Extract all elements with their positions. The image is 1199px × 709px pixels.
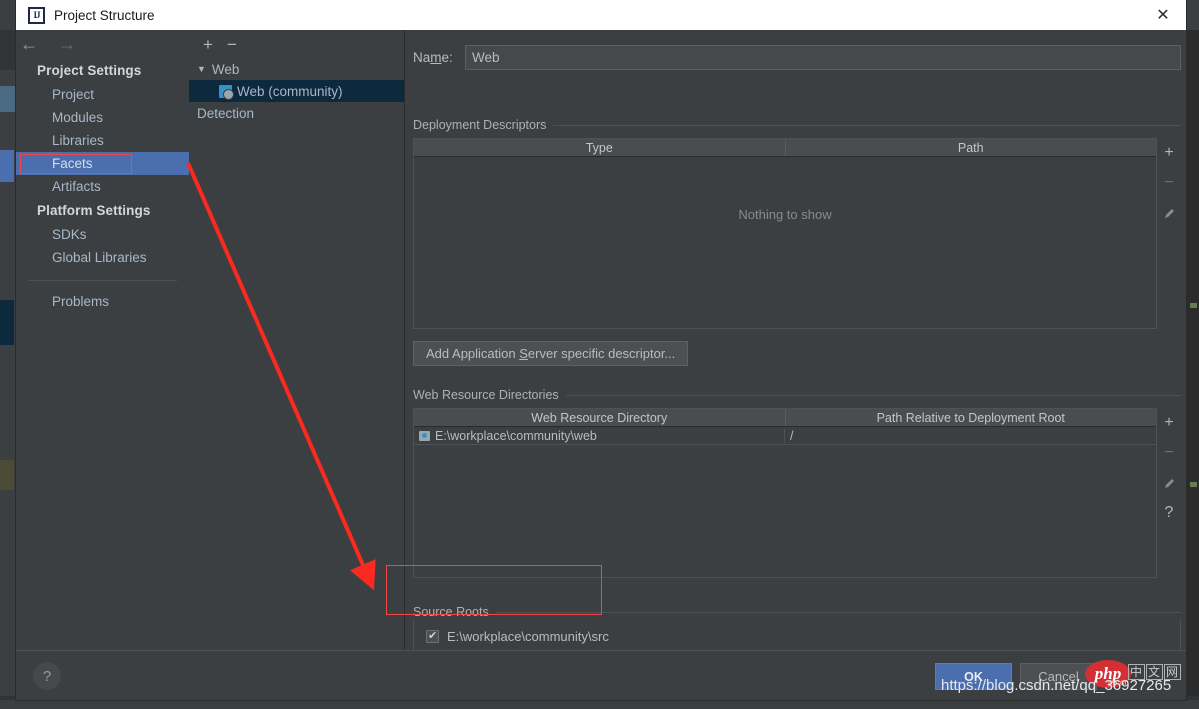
- column-header-web-resource-directory[interactable]: Web Resource Directory: [414, 409, 785, 426]
- web-resource-directories-title: Web Resource Directories: [413, 388, 559, 402]
- web-resource-directories-section: Web Resource Directories Web Resource Di…: [413, 388, 1181, 578]
- tree-node-detection[interactable]: Detection: [189, 102, 404, 124]
- chevron-down-icon[interactable]: ▼: [197, 64, 206, 74]
- remove-facet-icon[interactable]: −: [227, 36, 237, 53]
- dialog-titlebar: IJ Project Structure ✕: [16, 0, 1186, 30]
- remove-web-resource-button[interactable]: −: [1157, 438, 1181, 468]
- ide-right-strip: [1186, 30, 1199, 709]
- section-divider: [495, 611, 1181, 613]
- cell-web-resource-directory: E:\workplace\community\web: [414, 428, 785, 443]
- add-application-server-descriptor-button[interactable]: Add Application Server specific descript…: [413, 341, 689, 366]
- help-web-resource-button[interactable]: ?: [1157, 498, 1181, 528]
- edit-descriptor-icon[interactable]: [1157, 198, 1181, 228]
- web-resource-directories-table: Web Resource Directory Path Relative to …: [413, 408, 1157, 578]
- nav-history-controls: ← →: [16, 30, 189, 58]
- ide-left-accent-dark: [0, 300, 14, 345]
- facet-name-input[interactable]: [465, 44, 1181, 70]
- facet-name-label: Name:: [413, 49, 453, 65]
- source-roots-header: Source Roots: [413, 605, 1181, 619]
- screen: IJ Project Structure ✕ ← → Project Setti…: [0, 0, 1199, 709]
- source-roots-title: Source Roots: [413, 605, 489, 619]
- tree-node-label: Web: [211, 61, 240, 77]
- remove-descriptor-button[interactable]: −: [1157, 168, 1181, 198]
- facet-detail-panel: Name: Deployment Descriptors Type Path: [406, 30, 1186, 676]
- web-resource-directories-header: Web Resource Directories: [413, 388, 1181, 402]
- sidebar-group-project-settings: Project Settings: [37, 63, 142, 78]
- close-icon[interactable]: ✕: [1140, 0, 1186, 30]
- table-header: Web Resource Directory Path Relative to …: [414, 409, 1156, 427]
- facets-tree-panel: + − ▼ Web Web (community) Detection: [189, 30, 405, 650]
- settings-sidebar: ← → Project Settings Project Modules Lib…: [16, 30, 189, 650]
- table-body: E:\workplace\community\web /: [414, 427, 1156, 577]
- section-divider: [553, 124, 1181, 126]
- sidebar-item-artifacts[interactable]: Artifacts: [16, 175, 189, 198]
- web-resource-table-tools: + − ?: [1157, 408, 1181, 528]
- table-row[interactable]: E:\workplace\community\web /: [414, 427, 1156, 445]
- sidebar-item-global-libraries[interactable]: Global Libraries: [16, 246, 189, 269]
- dialog-title: Project Structure: [54, 7, 155, 23]
- table-body: Nothing to show: [414, 157, 1156, 328]
- sidebar-item-problems[interactable]: Problems: [16, 290, 189, 313]
- tree-node-web-root[interactable]: ▼ Web: [189, 58, 404, 80]
- table-header: Type Path: [414, 139, 1156, 157]
- deployment-descriptors-section: Deployment Descriptors Type Path Nothing…: [413, 118, 1181, 366]
- help-button[interactable]: ?: [33, 662, 61, 690]
- ide-left-tool-b: [0, 86, 15, 112]
- deployment-descriptors-header: Deployment Descriptors: [413, 118, 1181, 132]
- sidebar-item-modules[interactable]: Modules: [16, 106, 189, 129]
- sidebar-item-libraries[interactable]: Libraries: [16, 129, 189, 152]
- section-divider: [565, 394, 1181, 396]
- tree-node-label: Web (community): [237, 83, 343, 99]
- checkbox-src[interactable]: [426, 629, 439, 643]
- deployment-descriptors-table: Type Path Nothing to show: [413, 138, 1157, 329]
- source-root-item-src[interactable]: E:\workplace\community\src: [414, 625, 1180, 647]
- sidebar-item-sdks[interactable]: SDKs: [16, 223, 189, 246]
- add-descriptor-button[interactable]: +: [1157, 138, 1181, 168]
- intellij-idea-icon: IJ: [28, 6, 45, 24]
- web-facet-icon: [219, 84, 234, 100]
- folder-web-icon: [419, 430, 430, 441]
- cell-relative-path: /: [790, 428, 794, 443]
- ide-bottom-strip: [0, 700, 1199, 709]
- empty-state-text: Nothing to show: [738, 207, 832, 222]
- column-header-type[interactable]: Type: [414, 139, 785, 156]
- source-root-label: E:\workplace\community\src: [447, 628, 609, 644]
- facets-tree-toolbar: + −: [189, 30, 404, 58]
- sidebar-divider: [28, 280, 177, 281]
- edit-web-resource-icon[interactable]: [1157, 468, 1181, 498]
- dialog-body: ← → Project Settings Project Modules Lib…: [16, 30, 1186, 676]
- add-web-resource-button[interactable]: +: [1157, 408, 1181, 438]
- facet-name-row: Name:: [413, 44, 1181, 70]
- forward-arrow-icon[interactable]: →: [58, 35, 76, 53]
- add-facet-icon[interactable]: +: [203, 36, 213, 53]
- sidebar-item-project[interactable]: Project: [16, 83, 189, 106]
- deployment-table-tools: + −: [1157, 138, 1181, 228]
- tree-node-web-community[interactable]: Web (community): [189, 80, 404, 102]
- tree-node-label: Detection: [197, 105, 255, 121]
- watermark-url: https://blog.csdn.net/qq_36927265: [941, 677, 1172, 694]
- deployment-descriptors-title: Deployment Descriptors: [413, 118, 547, 132]
- column-header-path[interactable]: Path: [784, 139, 1157, 156]
- sidebar-group-platform-settings: Platform Settings: [37, 203, 151, 218]
- sidebar-item-facets[interactable]: Facets: [16, 152, 189, 175]
- column-header-path-relative[interactable]: Path Relative to Deployment Root: [784, 409, 1157, 426]
- ide-right-code-mark-2: [1190, 482, 1197, 487]
- ide-left-accent-olive: [0, 460, 14, 490]
- ide-right-code-mark-1: [1190, 303, 1197, 308]
- project-structure-dialog: IJ Project Structure ✕ ← → Project Setti…: [16, 0, 1186, 700]
- back-arrow-icon[interactable]: ←: [20, 35, 38, 53]
- cell-text: E:\workplace\community\web: [435, 428, 597, 443]
- ide-left-tool-a: [0, 30, 15, 70]
- ide-left-accent-blue: [0, 150, 14, 182]
